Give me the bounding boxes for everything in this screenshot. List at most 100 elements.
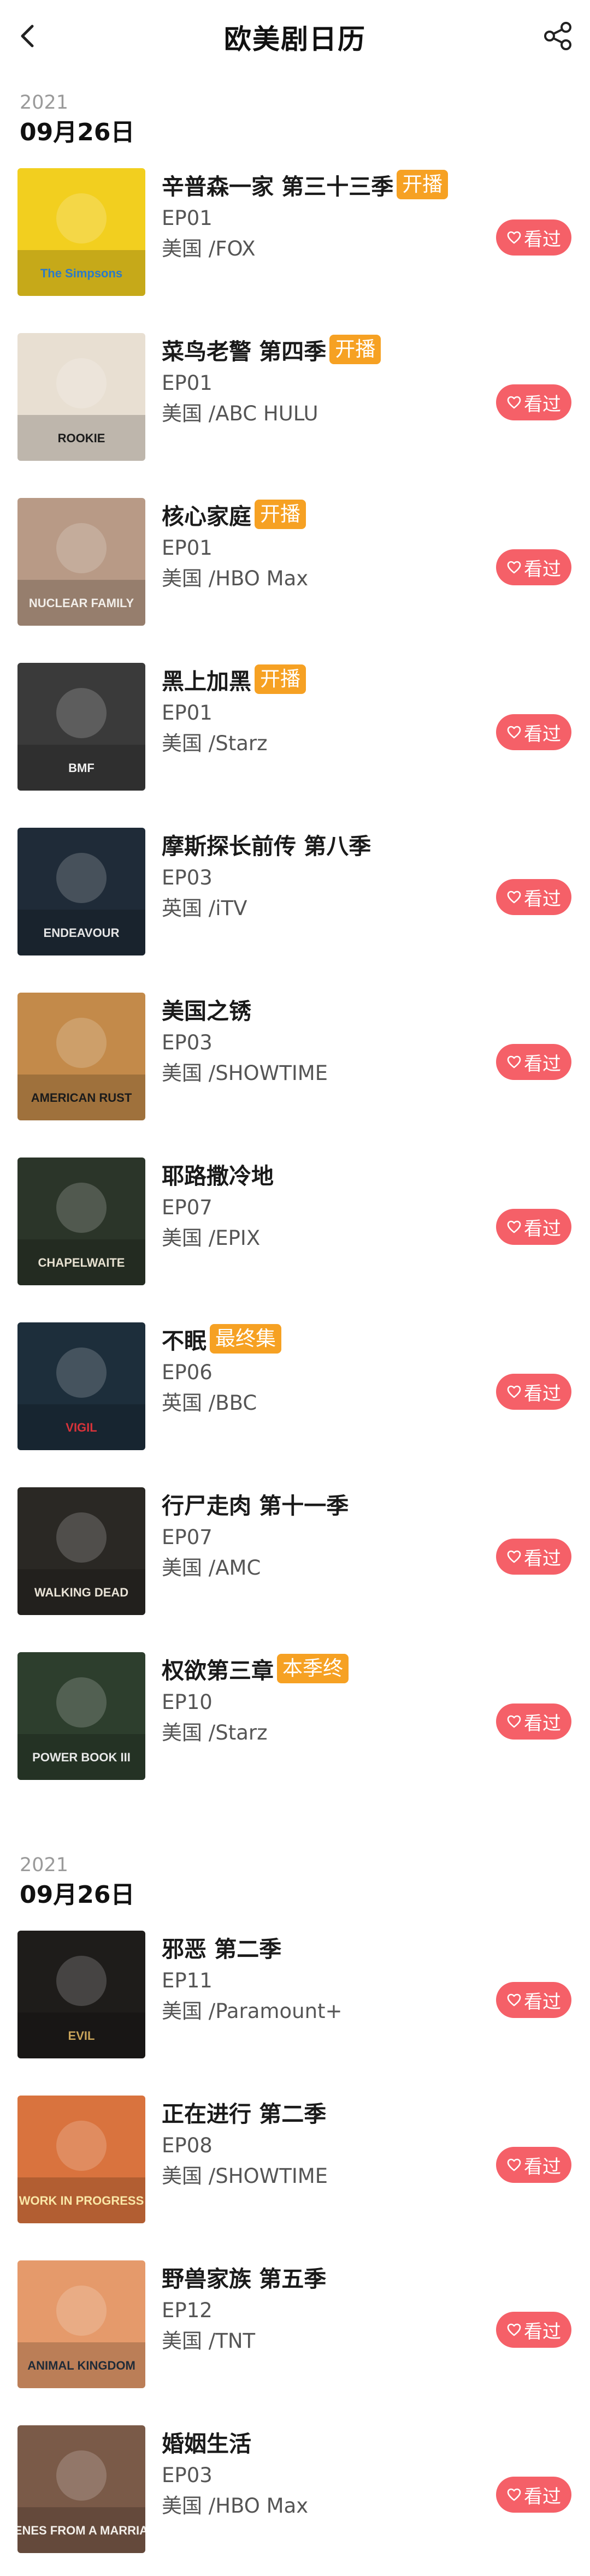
show-poster[interactable]: ROOKIE (17, 333, 145, 461)
poster-image: ANIMAL KINGDOM (17, 2260, 145, 2388)
title-line: 核心家庭 开播 (162, 497, 486, 532)
region-network: 英国 /iTV (162, 897, 247, 920)
title-line: 野兽家族 第五季 (162, 2259, 486, 2294)
back-button[interactable] (12, 21, 43, 51)
watched-button[interactable]: 看过 (496, 1704, 571, 1740)
show-row[interactable]: SCENES FROM A MARRIAGE 婚姻生活 EP03 美国 /HBO… (0, 2411, 590, 2576)
show-poster[interactable]: ANIMAL KINGDOM (17, 2260, 145, 2388)
region-network: 美国 /SHOWTIME (162, 1061, 328, 1085)
show-title: 辛普森一家 第三十三季 (162, 174, 394, 200)
watched-button[interactable]: 看过 (496, 384, 571, 420)
show-row[interactable]: AMERICAN RUST 美国之锈 EP03 美国 /SHOWTIME 看过 (0, 978, 590, 1143)
show-info: 正在进行 第二季 EP08 美国 /SHOWTIME (162, 2094, 486, 2192)
title-line: 美国之锈 (162, 992, 486, 1026)
watched-label: 看过 (524, 723, 561, 745)
heart-icon (507, 231, 521, 244)
heart-icon (507, 891, 521, 904)
show-row[interactable]: BMF 黑上加黑 开播 EP01 美国 /Starz 看过 (0, 649, 590, 814)
show-row[interactable]: EVIL 邪恶 第二季 EP11 美国 /Paramount+ 看过 (0, 1916, 590, 2081)
watched-button[interactable]: 看过 (496, 1044, 571, 1080)
show-info: 行尸走肉 第十一季 EP07 美国 /AMC (162, 1486, 486, 1583)
svg-text:WORK IN PROGRESS: WORK IN PROGRESS (19, 2194, 144, 2207)
show-info: 菜鸟老警 第四季 开播 EP01 美国 /ABC HULU (162, 332, 486, 429)
show-row[interactable]: NUCLEAR FAMILY 核心家庭 开播 EP01 美国 /HBO Max … (0, 484, 590, 649)
show-poster[interactable]: The Simpsons (17, 168, 145, 296)
watched-button[interactable]: 看过 (496, 1209, 571, 1245)
region-network: 美国 /Paramount+ (162, 1999, 343, 2023)
chevron-left-icon (21, 25, 34, 48)
show-poster[interactable]: AMERICAN RUST (17, 993, 145, 1120)
show-row[interactable]: CHAPELWAITE 耶路撒冷地 EP07 美国 /EPIX 看过 (0, 1143, 590, 1308)
poster-image: CHAPELWAITE (17, 1158, 145, 1285)
watched-button[interactable]: 看过 (496, 2477, 571, 2513)
show-poster[interactable]: SCENES FROM A MARRIAGE (17, 2425, 145, 2553)
heart-icon (507, 1055, 521, 1069)
show-row[interactable]: ROOKIE 菜鸟老警 第四季 开播 EP01 美国 /ABC HULU 看过 (0, 319, 590, 484)
status-badge: 本季终 (277, 1654, 349, 1683)
show-row[interactable]: WORK IN PROGRESS 正在进行 第二季 EP08 美国 /SHOWT… (0, 2081, 590, 2246)
episode-label: EP07 (162, 1526, 213, 1549)
status-badge: 开播 (397, 170, 449, 199)
show-row[interactable]: ENDEAVOUR 摩斯探长前传 第八季 EP03 英国 /iTV 看过 (0, 814, 590, 978)
heart-icon (507, 561, 521, 574)
show-title: 菜鸟老警 第四季 (162, 339, 327, 365)
show-info: 耶路撒冷地 EP07 美国 /EPIX (162, 1156, 486, 1254)
watched-button[interactable]: 看过 (496, 219, 571, 256)
episode-label: EP10 (162, 1690, 213, 1714)
watched-button[interactable]: 看过 (496, 714, 571, 750)
svg-text:WALKING DEAD: WALKING DEAD (34, 1586, 128, 1599)
show-info: 辛普森一家 第三十三季 开播 EP01 美国 /FOX (162, 167, 486, 264)
status-badge: 开播 (329, 335, 381, 364)
show-info: 婚姻生活 EP03 美国 /HBO Max (162, 2424, 486, 2521)
watched-button[interactable]: 看过 (496, 1982, 571, 2018)
watched-button[interactable]: 看过 (496, 879, 571, 915)
show-poster[interactable]: BMF (17, 663, 145, 791)
show-row[interactable]: WALKING DEAD 行尸走肉 第十一季 EP07 美国 /AMC 看过 (0, 1473, 590, 1638)
poster-image: POWER BOOK III (17, 1652, 145, 1780)
show-poster[interactable]: EVIL (17, 1931, 145, 2058)
svg-text:ROOKIE: ROOKIE (58, 431, 105, 445)
show-info: 美国之锈 EP03 美国 /SHOWTIME (162, 992, 486, 1089)
svg-text:The Simpsons: The Simpsons (40, 266, 122, 280)
watched-label: 看过 (524, 558, 561, 580)
show-row[interactable]: ANIMAL KINGDOM 野兽家族 第五季 EP12 美国 /TNT 看过 (0, 2246, 590, 2411)
watched-label: 看过 (524, 1547, 561, 1570)
show-poster[interactable]: ENDEAVOUR (17, 828, 145, 955)
share-button[interactable] (541, 19, 576, 54)
svg-text:CHAPELWAITE: CHAPELWAITE (38, 1256, 125, 1269)
show-poster[interactable]: WALKING DEAD (17, 1487, 145, 1615)
region-network: 美国 /EPIX (162, 1226, 261, 1250)
show-row[interactable]: POWER BOOK III 权欲第三章 本季终 EP10 美国 /Starz … (0, 1638, 590, 1803)
app-header: 欧美剧日历 (0, 0, 590, 74)
watched-button[interactable]: 看过 (496, 1539, 571, 1575)
poster-image: NUCLEAR FAMILY (17, 498, 145, 626)
title-line: 婚姻生活 (162, 2424, 486, 2459)
date-section: 2021 09月26日 EVIL 邪恶 第二季 EP11 美国 /Paramoun… (0, 1837, 590, 2576)
watched-button[interactable]: 看过 (496, 1374, 571, 1410)
show-poster[interactable]: CHAPELWAITE (17, 1158, 145, 1285)
show-poster[interactable]: NUCLEAR FAMILY (17, 498, 145, 626)
watched-label: 看过 (524, 2320, 561, 2343)
svg-text:VIGIL: VIGIL (66, 1421, 97, 1434)
watched-button[interactable]: 看过 (496, 549, 571, 585)
show-row[interactable]: The Simpsons 辛普森一家 第三十三季 开播 EP01 美国 /FOX… (0, 154, 590, 319)
episode-label: EP06 (162, 1361, 213, 1384)
episode-label: EP01 (162, 701, 213, 725)
show-title: 美国之锈 (162, 998, 251, 1024)
show-info: 野兽家族 第五季 EP12 美国 /TNT (162, 2259, 486, 2357)
show-poster[interactable]: POWER BOOK III (17, 1652, 145, 1780)
episode-label: EP01 (162, 536, 213, 560)
svg-text:ENDEAVOUR: ENDEAVOUR (44, 926, 120, 940)
show-title: 摩斯探长前传 第八季 (162, 833, 371, 859)
watched-button[interactable]: 看过 (496, 2312, 571, 2348)
show-poster[interactable]: WORK IN PROGRESS (17, 2096, 145, 2223)
show-title: 邪恶 第二季 (162, 1936, 282, 1962)
show-row[interactable]: VIGIL 不眠 最终集 EP06 英国 /BBC 看过 (0, 1308, 590, 1473)
show-poster[interactable]: VIGIL (17, 1322, 145, 1450)
title-line: 正在进行 第二季 (162, 2094, 486, 2129)
show-title: 权欲第三章 (162, 1658, 274, 1684)
watched-button[interactable]: 看过 (496, 2147, 571, 2183)
show-info: 不眠 最终集 EP06 英国 /BBC (162, 1321, 486, 1418)
show-title: 正在进行 第二季 (162, 2101, 327, 2127)
svg-text:POWER BOOK III: POWER BOOK III (32, 1750, 131, 1764)
